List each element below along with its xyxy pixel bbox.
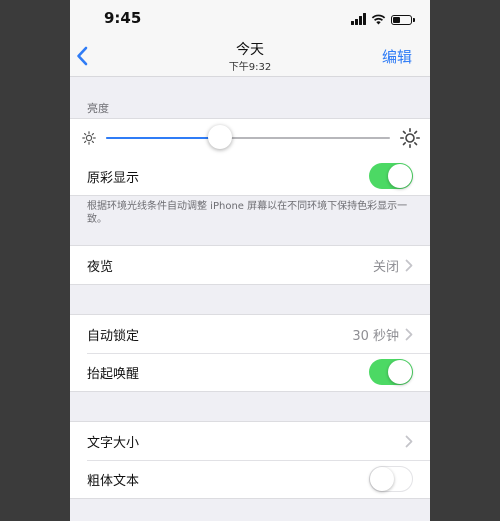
brightness-slider-thumb[interactable] (207, 125, 232, 149)
bold-text-toggle[interactable] (369, 466, 413, 492)
text-size-row[interactable]: 文字大小 (70, 422, 430, 460)
brightness-group: 原彩显示 (70, 118, 430, 196)
status-icons (351, 11, 415, 25)
cellular-signal-icon (351, 13, 366, 25)
true-tone-label: 原彩显示 (87, 170, 140, 186)
night-shift-group: 夜览 关闭 (70, 245, 430, 285)
auto-lock-row[interactable]: 自动锁定 30 秒钟 (70, 315, 430, 353)
bold-text-row: 粗体文本 (70, 460, 430, 498)
auto-lock-label: 自动锁定 (87, 328, 140, 344)
device-bezel-left (0, 0, 70, 521)
bold-text-label: 粗体文本 (87, 473, 140, 489)
true-tone-row: 原彩显示 (70, 157, 430, 195)
device-bezel-right (430, 0, 500, 521)
navigation-bar: 今天 下午9:32 编辑 (70, 36, 430, 77)
settings-screen: 9:45 今天 下午9:32 编辑 亮度 原彩显示 根据环境光线条件自动调整 i… (70, 0, 430, 521)
night-shift-label: 夜览 (87, 259, 114, 275)
night-shift-value: 关闭 (372, 259, 399, 275)
auto-lock-value: 30 秒钟 (352, 328, 399, 344)
brightness-slider-row (70, 119, 430, 157)
raise-to-wake-label: 抬起唤醒 (87, 366, 140, 382)
status-bar: 9:45 (70, 0, 430, 36)
battery-icon (391, 15, 415, 25)
brightness-slider[interactable] (106, 125, 390, 149)
sun-large-icon (400, 128, 420, 148)
status-time: 9:45 (104, 9, 142, 27)
text-group: 文字大小 粗体文本 (70, 421, 430, 499)
raise-to-wake-toggle[interactable] (369, 359, 413, 385)
brightness-section-header: 亮度 (87, 102, 109, 115)
raise-to-wake-row: 抬起唤醒 (70, 353, 430, 391)
text-size-label: 文字大小 (87, 435, 140, 451)
lock-group: 自动锁定 30 秒钟 抬起唤醒 (70, 314, 430, 392)
nav-subtitle: 下午9:32 (228, 62, 272, 73)
true-tone-footnote: 根据环境光线条件自动调整 iPhone 屏幕以在不同环境下保持色彩显示一致。 (87, 201, 408, 225)
chevron-right-icon (405, 435, 413, 447)
wifi-icon (371, 14, 386, 25)
chevron-right-icon (405, 328, 413, 340)
true-tone-toggle[interactable] (369, 163, 413, 189)
edit-button[interactable]: 编辑 (382, 46, 412, 67)
sun-small-icon (82, 131, 96, 145)
brightness-slider-fill (106, 137, 220, 139)
chevron-right-icon (405, 259, 413, 271)
nav-title: 今天 (236, 42, 264, 58)
night-shift-row[interactable]: 夜览 关闭 (70, 246, 430, 284)
